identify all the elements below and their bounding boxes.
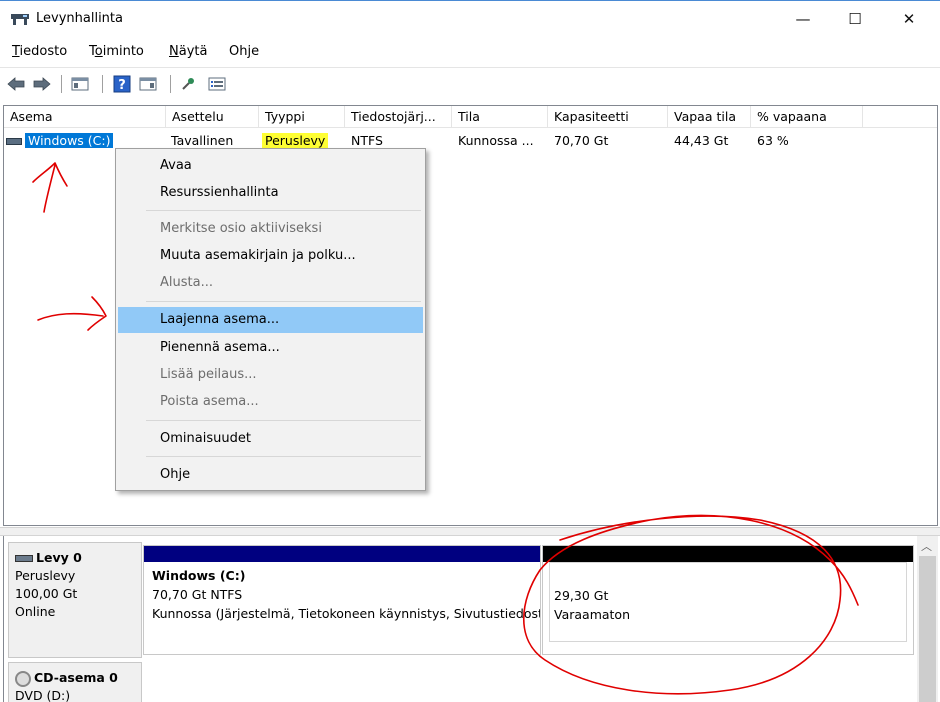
disk-name: Levy 0 <box>36 550 82 565</box>
drive-icon <box>6 138 22 145</box>
column-header-capacity[interactable]: Kapasiteetti <box>548 106 668 128</box>
type-value-highlighted: Peruslevy <box>262 133 329 148</box>
menu-item-help[interactable]: Ohje <box>118 462 423 488</box>
column-header-layout[interactable]: Asettelu <box>166 106 259 128</box>
cd-drive-icon <box>15 670 31 687</box>
column-header-filesystem[interactable]: Tiedostojärj... <box>345 106 452 128</box>
menu-action[interactable]: Toiminto <box>89 44 144 59</box>
volume-name[interactable]: Windows (C:) <box>25 133 114 148</box>
disk-type: DVD (D:) <box>15 688 71 702</box>
partition-color-bar <box>543 546 913 562</box>
toolbar: ? <box>0 67 940 99</box>
menu-help[interactable]: Ohje <box>229 44 259 59</box>
toolbar-separator <box>102 75 103 93</box>
menu-separator <box>146 420 421 421</box>
menu-separator <box>146 456 421 457</box>
back-icon[interactable] <box>6 74 26 94</box>
help-icon[interactable]: ? <box>112 74 132 94</box>
disk-state: Online <box>15 604 56 619</box>
volume-list-header: Asema Asettelu Tyyppi Tiedostojärj... Ti… <box>4 106 937 128</box>
percent-free-cell: 63 % <box>757 133 789 148</box>
menu-bar: Tiedosto Toiminto Näytä Ohje <box>0 40 940 64</box>
volume-name-cell[interactable]: Windows (C:) <box>6 132 114 150</box>
column-header-volume[interactable]: Asema <box>4 106 166 128</box>
toolbar-separator <box>170 75 171 93</box>
minimize-button[interactable]: — <box>780 1 826 37</box>
menu-separator <box>146 301 421 302</box>
disk-management-app-icon <box>11 14 29 25</box>
disk-icon <box>15 555 33 562</box>
partition-status: Kunnossa (Järjestelmä, Tietokoneen käynn… <box>152 606 540 621</box>
toolbar-separator <box>61 75 62 93</box>
title-bar: Levynhallinta — ☐ ✕ <box>0 0 940 38</box>
scrollbar-thumb[interactable] <box>919 556 936 702</box>
disk-map: Levy 0 Peruslevy 100,00 Gt Online Window… <box>3 536 938 702</box>
pane-splitter[interactable] <box>0 527 940 536</box>
menu-item-change-drive-letter[interactable]: Muuta asemakirjain ja polku... <box>118 243 423 269</box>
disk-size: 100,00 Gt <box>15 586 78 601</box>
menu-item-open[interactable]: Avaa <box>118 153 423 179</box>
disk-name: CD-asema 0 <box>34 670 118 685</box>
menu-separator <box>146 210 421 211</box>
menu-item-mark-active[interactable]: Merkitse osio aktiiviseksi <box>118 216 423 242</box>
column-header-percent-free[interactable]: % vapaana <box>751 106 863 128</box>
free-space-cell: 44,43 Gt <box>674 133 729 148</box>
action-pane-icon[interactable] <box>138 74 158 94</box>
partition-windows-c[interactable]: Windows (C:) 70,70 Gt NTFS Kunnossa (Jär… <box>143 545 541 655</box>
partition-color-bar <box>144 546 540 562</box>
partition-status: Varaamaton <box>554 607 631 622</box>
console-tree-icon[interactable] <box>70 74 90 94</box>
column-header-status[interactable]: Tila <box>452 106 548 128</box>
menu-view[interactable]: Näytä <box>169 44 207 59</box>
menu-item-add-mirror[interactable]: Lisää peilaus... <box>118 362 423 388</box>
menu-item-shrink-volume[interactable]: Pienennä asema... <box>118 335 423 361</box>
list-view-icon[interactable] <box>207 74 227 94</box>
menu-item-delete-volume[interactable]: Poista asema... <box>118 389 423 415</box>
forward-icon[interactable] <box>32 74 52 94</box>
menu-item-extend-volume[interactable]: Laajenna asema... <box>118 307 423 333</box>
partition-size: 29,30 Gt <box>554 588 609 603</box>
disk-map-scrollbar[interactable]: ︿ <box>917 536 938 702</box>
menu-item-format[interactable]: Alusta... <box>118 270 423 296</box>
capacity-cell: 70,70 Gt <box>554 133 609 148</box>
window-title: Levynhallinta <box>36 11 123 26</box>
column-header-free-space[interactable]: Vapaa tila <box>668 106 751 128</box>
disk-0-label[interactable]: Levy 0 Peruslevy 100,00 Gt Online <box>8 542 142 658</box>
menu-item-explore[interactable]: Resurssienhallinta <box>118 180 423 206</box>
disk-type: Peruslevy <box>15 568 76 583</box>
partition-name: Windows (C:) <box>152 568 246 583</box>
close-button[interactable]: ✕ <box>886 1 932 37</box>
menu-file[interactable]: Tiedosto <box>12 44 67 59</box>
cd-drive-0-label[interactable]: CD-asema 0 DVD (D:) <box>8 662 142 702</box>
column-header-type[interactable]: Tyyppi <box>259 106 345 128</box>
partition-size: 70,70 Gt NTFS <box>152 587 243 602</box>
maximize-button[interactable]: ☐ <box>832 1 878 37</box>
properties-icon[interactable] <box>179 74 199 94</box>
scroll-up-icon[interactable]: ︿ <box>921 538 932 554</box>
menu-item-properties[interactable]: Ominaisuudet <box>118 426 423 452</box>
status-cell: Kunnossa ... <box>458 133 534 148</box>
partition-unallocated[interactable]: 29,30 Gt Varaamaton <box>542 545 914 655</box>
svg-text:?: ? <box>118 78 126 93</box>
context-menu: Avaa Resurssienhallinta Merkitse osio ak… <box>115 148 426 491</box>
